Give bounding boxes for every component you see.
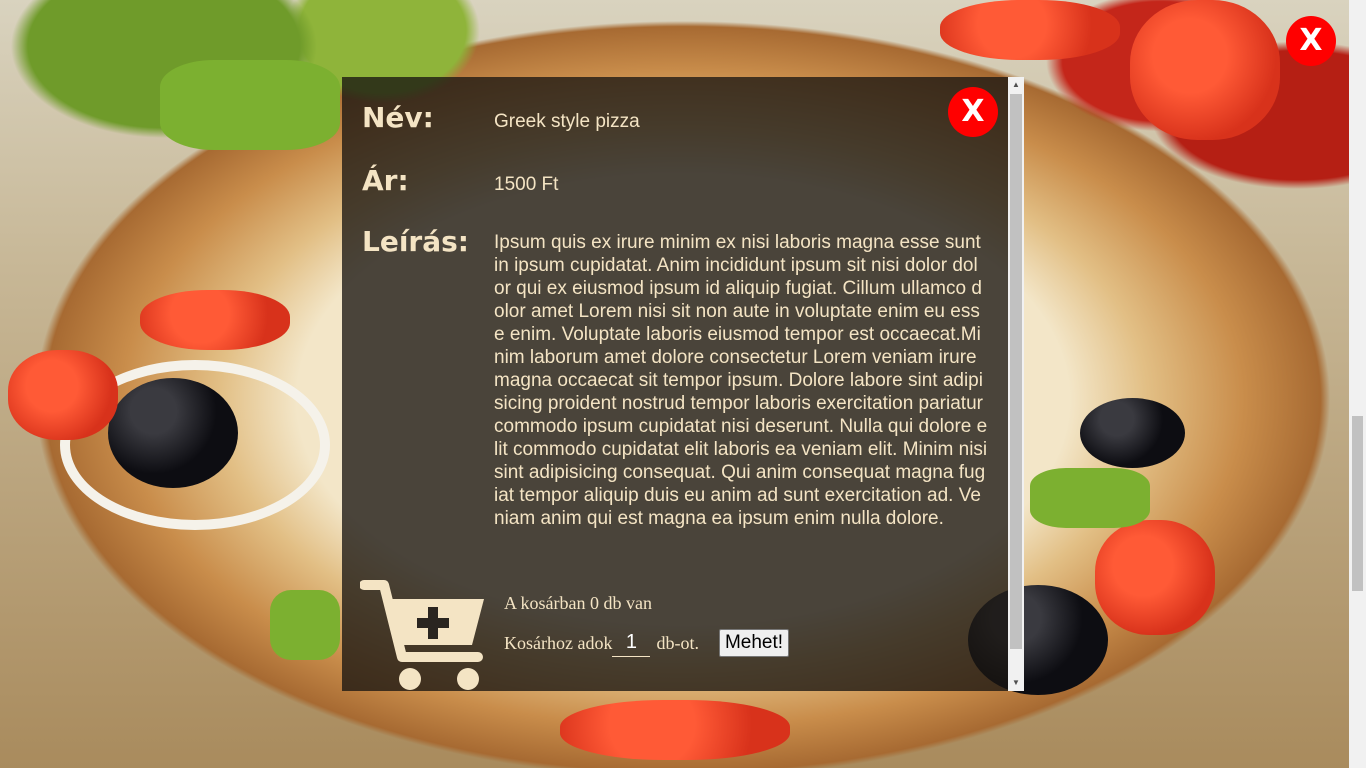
add-suffix-label: db-ot.	[656, 632, 699, 653]
description-label: Leírás:	[362, 225, 469, 258]
tomato-decoration	[8, 350, 118, 440]
price-label: Ár:	[362, 164, 409, 197]
pepper-decoration	[270, 590, 340, 660]
product-name-row: Név: Greek style pizza	[362, 101, 640, 134]
add-prefix-label: Kosárhoz adok	[504, 632, 613, 653]
page-background: X X Név: Greek style pizza Ár: 1500 Ft L…	[0, 0, 1366, 768]
product-description-row: Leírás: Ipsum quis ex irure minim ex nis…	[362, 225, 988, 530]
product-price: 1500 Ft	[494, 174, 559, 195]
page-scrollbar-thumb[interactable]	[1352, 416, 1363, 591]
name-label: Név:	[362, 101, 434, 134]
scroll-down-arrow-icon[interactable]: ▼	[1008, 675, 1024, 691]
close-modal-button[interactable]: X	[948, 87, 998, 137]
add-to-cart-button[interactable]: Mehet!	[718, 629, 790, 657]
pepper-decoration	[1030, 468, 1150, 528]
tomato-decoration	[1095, 520, 1215, 635]
tomato-decoration	[140, 290, 290, 350]
tomato-decoration	[560, 700, 790, 760]
tomato-decoration	[940, 0, 1120, 60]
tomato-decoration	[1130, 0, 1280, 140]
product-description: Ipsum quis ex irure minim ex nisi labori…	[494, 232, 988, 529]
modal-scrollbar[interactable]: ▲ ▼	[1008, 77, 1024, 691]
cart-plus-icon	[360, 580, 484, 690]
close-icon: X	[1299, 23, 1323, 58]
cart-status: A kosárban 0 db van	[504, 593, 652, 613]
page-scrollbar[interactable]	[1349, 0, 1366, 768]
close-overlay-button[interactable]: X	[1286, 16, 1336, 66]
olive-decoration	[1080, 398, 1185, 468]
scroll-up-arrow-icon[interactable]: ▲	[1008, 77, 1024, 93]
close-icon: X	[961, 94, 985, 129]
modal-scrollbar-thumb[interactable]	[1010, 94, 1022, 649]
product-modal: X Név: Greek style pizza Ár: 1500 Ft Leí…	[342, 77, 1008, 691]
pepper-decoration	[160, 60, 340, 150]
product-name: Greek style pizza	[494, 111, 640, 132]
add-to-cart-form: Kosárhoz adok db-ot. Mehet!	[504, 629, 790, 657]
quantity-input[interactable]	[612, 629, 651, 657]
product-price-row: Ár: 1500 Ft	[362, 164, 558, 197]
